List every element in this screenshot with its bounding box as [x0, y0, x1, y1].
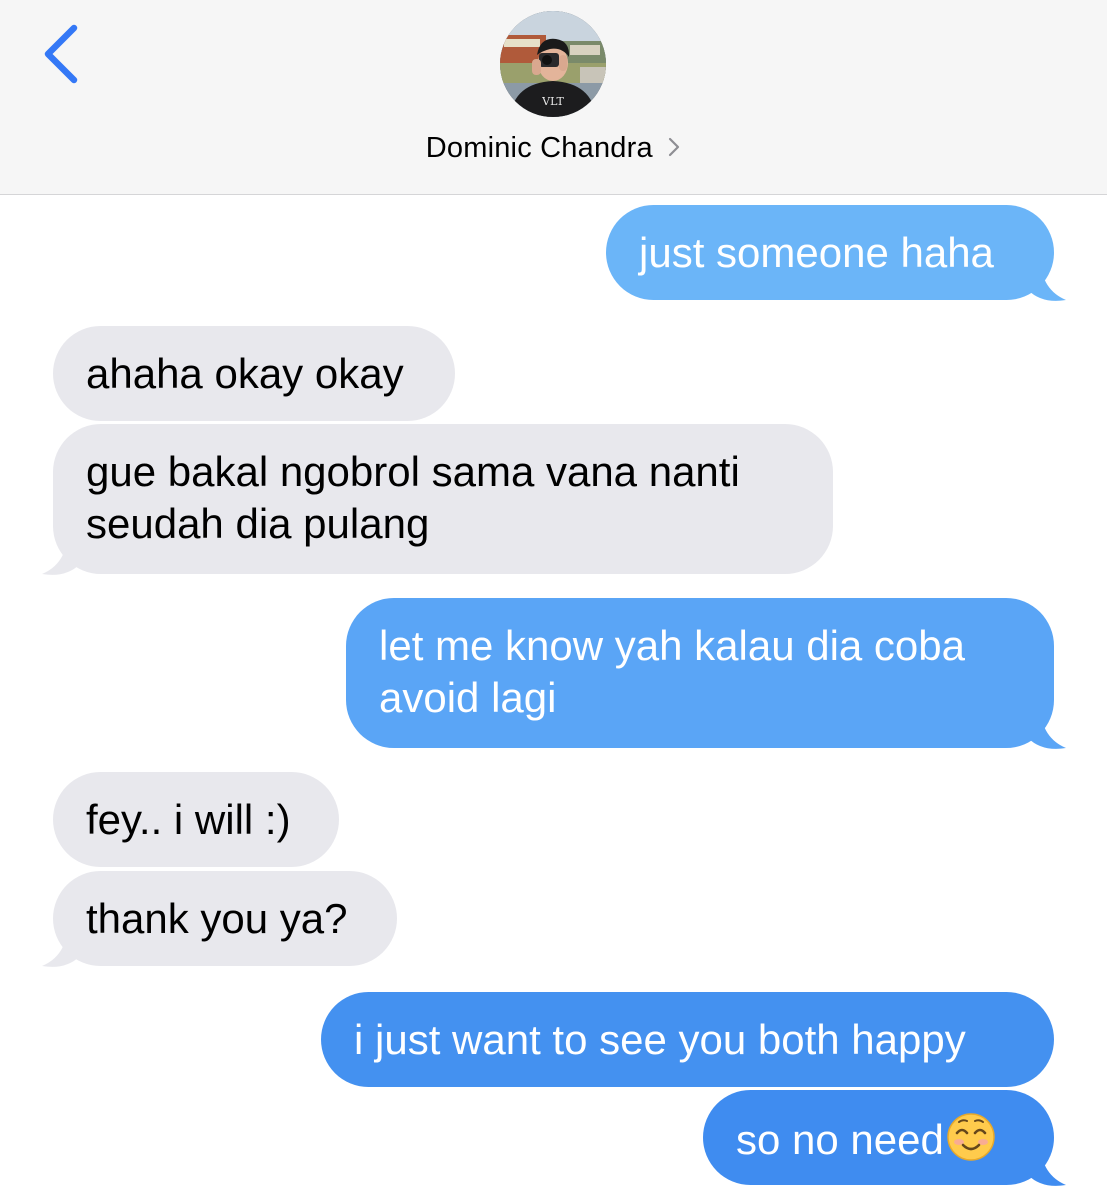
- back-button[interactable]: [38, 22, 86, 86]
- message-bubble-received[interactable]: fey.. i will :): [53, 772, 339, 867]
- message-text-line: avoid lagi: [379, 674, 557, 721]
- message-bubble-received[interactable]: thank you ya?: [53, 871, 397, 966]
- avatar-photo: VLT: [500, 11, 606, 117]
- message-bubble-sent[interactable]: just someone haha: [606, 205, 1054, 300]
- bubble-tail: [1028, 260, 1066, 301]
- avatar-shirt-text: VLT: [541, 95, 564, 108]
- message-bubble-sent[interactable]: i just want to see you both happy: [321, 992, 1054, 1087]
- message-text-line: seudah dia pulang: [86, 500, 430, 547]
- bubble-tail: [1028, 708, 1066, 749]
- message-text: i just want to see you both happy: [354, 1016, 966, 1063]
- conversation-header: VLT Dominic Chandra: [0, 0, 1107, 195]
- message-text: just someone haha: [639, 229, 994, 276]
- message-bubble-received[interactable]: ahaha okay okay: [53, 326, 455, 421]
- message-text-line: let me know yah kalau dia coba: [379, 622, 966, 669]
- messages-screen: VLT Dominic Chandra just someone haha ah…: [0, 0, 1107, 1200]
- message-text: ahaha okay okay: [86, 350, 404, 397]
- message-text: so no need: [736, 1116, 944, 1163]
- bubble-tail: [42, 534, 80, 575]
- chevron-right-icon: [669, 137, 680, 157]
- message-text-line: gue bakal ngobrol sama vana nanti: [86, 448, 740, 495]
- contact-name-button[interactable]: Dominic Chandra: [0, 128, 1107, 168]
- message-bubble-received[interactable]: gue bakal ngobrol sama vana nanti seudah…: [53, 424, 833, 574]
- chevron-left-icon: [44, 24, 78, 84]
- contact-name: Dominic Chandra: [425, 132, 653, 164]
- message-bubble-sent[interactable]: let me know yah kalau dia coba avoid lag…: [346, 598, 1054, 748]
- bubble-tail: [1028, 1145, 1066, 1186]
- message-bubble-sent[interactable]: so no need: [703, 1090, 1054, 1185]
- avatar[interactable]: VLT: [500, 11, 606, 117]
- message-list[interactable]: just someone haha ahaha okay okay gue ba…: [0, 195, 1107, 1200]
- bubble-tail: [42, 926, 80, 967]
- message-text: thank you ya?: [86, 895, 348, 942]
- message-text: fey.. i will :): [86, 796, 291, 843]
- smiling-face-icon: [947, 1113, 995, 1161]
